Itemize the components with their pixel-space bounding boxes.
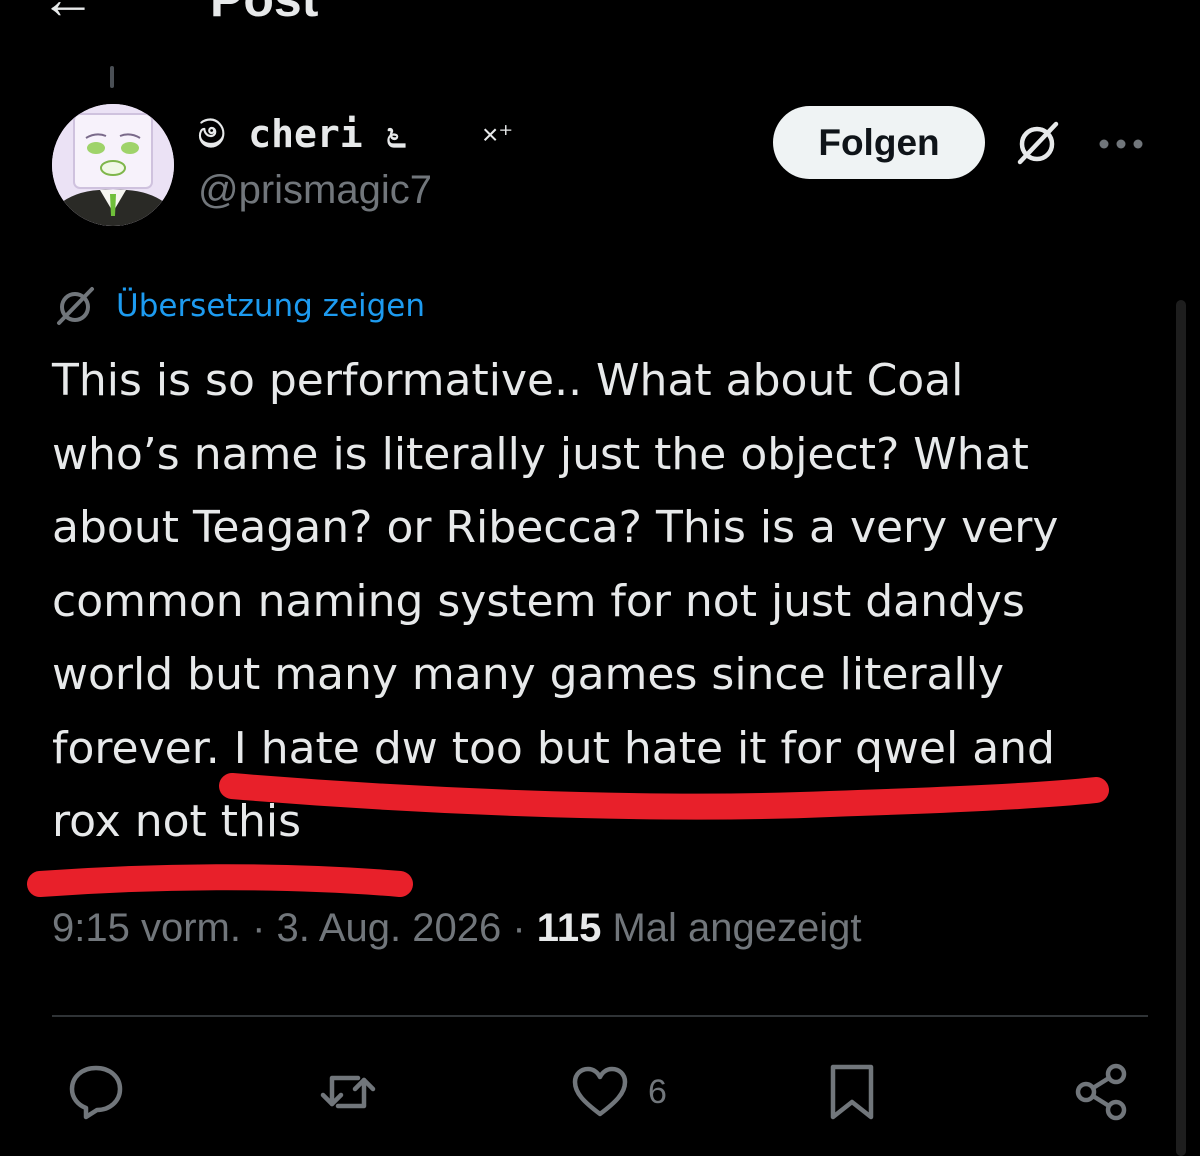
reply-icon [69,1065,123,1120]
avatar[interactable] [52,104,174,226]
grok-icon[interactable] [1012,118,1062,168]
reply-button[interactable] [66,1060,126,1124]
back-arrow-icon[interactable]: ← [40,0,96,31]
bookmark-button[interactable] [822,1060,882,1124]
page-title: Post [210,0,318,28]
share-button[interactable] [1072,1060,1132,1124]
post-text-line: world but many many games since literall… [52,649,1004,700]
repost-icon [320,1075,376,1109]
grok-translate-icon [57,287,94,325]
divider [52,1015,1148,1017]
post-text-line: This is so performative.. What about Coa… [52,355,964,406]
show-translation-link[interactable]: Übersetzung zeigen [116,288,425,324]
post-text-line: forever. I hate dw too but hate it for q… [52,722,1055,774]
name-decoration: ×⁺ [482,119,514,150]
meta-separator: · [512,906,526,950]
post-text: This is so performative.. What about Coa… [52,344,1162,859]
top-bar: ← Post [0,0,1200,40]
heart-icon [572,1066,628,1117]
post-time[interactable]: 9:15 vorm. [52,906,241,950]
post-meta: 9:15 vorm. · 3. Aug. 2026 · 115 Mal ange… [52,906,861,951]
scrollbar[interactable] [1176,300,1186,1156]
more-options-icon[interactable] [1097,134,1145,154]
repost-button[interactable] [318,1060,378,1124]
meta-separator: · [252,906,266,950]
post-date[interactable]: 3. Aug. 2026 [277,906,502,950]
author-display-name[interactable]: ම cheri ೬ [198,112,407,157]
like-count: 6 [648,1072,667,1111]
views-label: Mal angezeigt [612,906,862,950]
post-text-line: rox not this [52,796,302,847]
post-text-line: who’s name is literally just the object?… [52,428,1029,480]
post-text-line: common naming system for not just dandys [52,575,1025,627]
bookmark-icon [830,1064,874,1120]
like-button[interactable]: 6 [570,1060,667,1124]
follow-button[interactable]: Folgen [773,106,985,179]
share-icon [1075,1063,1127,1121]
avatar-image [52,104,174,226]
thread-connector [110,66,114,88]
post-text-line: about Teagan? or Ribecca? This is a very… [52,502,1059,553]
views-count: 115 [536,906,602,950]
author-handle[interactable]: @prismagic7 [198,168,432,213]
translate-row: Übersetzung zeigen [52,282,425,330]
